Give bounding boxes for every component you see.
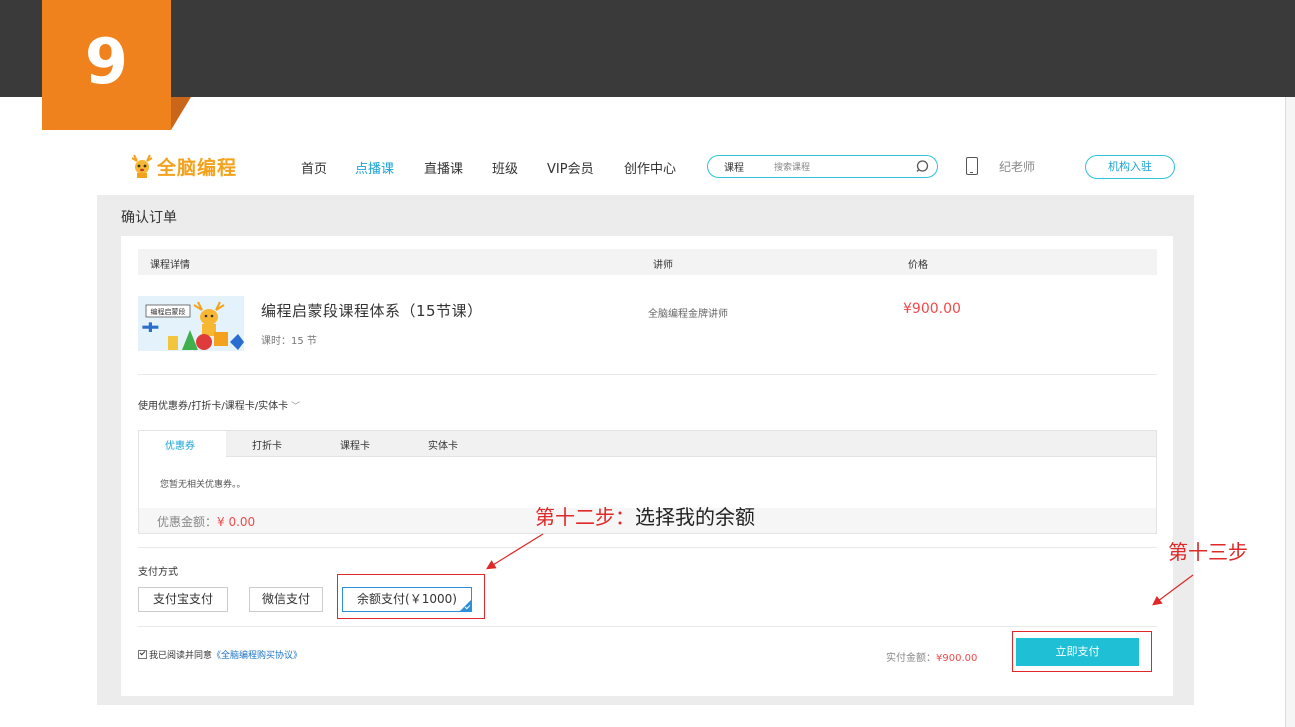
step-12-prefix: 第十二步： (535, 505, 635, 529)
total-amount: 实付金额：¥900.00 (886, 649, 977, 664)
search-icon[interactable] (916, 160, 929, 173)
site-logo[interactable]: 全脑编程 (128, 150, 237, 182)
chevron-down-icon: ﹀ (291, 402, 301, 412)
balance-highlight-box (337, 574, 485, 619)
tab-discount-card[interactable]: 打折卡 (252, 437, 282, 452)
total-value: ¥900.00 (936, 653, 978, 664)
course-price: ¥900.00 (903, 301, 961, 317)
step-12-action: 选择我的余额 (635, 505, 755, 529)
course-thumbnail[interactable]: 编程启蒙段 (138, 296, 244, 351)
course-teacher: 全脑编程金牌讲师 (648, 309, 728, 320)
step-12-annotation: 第十二步：选择我的余额 (535, 501, 755, 530)
divider (138, 547, 1157, 548)
mobile-phone-icon[interactable] (966, 157, 978, 175)
step-13-annotation: 第十三步 (1168, 540, 1248, 564)
search-input[interactable]: 搜索课程 (774, 160, 810, 173)
table-header (138, 249, 1157, 275)
course-name[interactable]: 编程启蒙段课程体系（15节课） (261, 300, 483, 321)
agreement-link[interactable]: 《全脑编程购买协议》 (212, 648, 302, 661)
search-box[interactable]: 课程 搜索课程 (707, 155, 938, 178)
nav-on-demand[interactable]: 点播课 (355, 158, 394, 177)
logo-text: 全脑编程 (157, 156, 238, 179)
agreement-checkbox[interactable] (138, 650, 147, 659)
thumbnail-caption: 编程启蒙段 (151, 307, 186, 316)
search-category-select[interactable]: 课程 (724, 159, 744, 174)
agreement: 我已阅读并同意 《全脑编程购买协议》 (138, 648, 302, 661)
discount-label: 优惠金额： (157, 515, 218, 529)
page-title: 确认订单 (121, 210, 177, 226)
screenshot-stage: 9 全脑编程 首页 点播课 直播课 班级 VIP会员 创作中心 课程 搜索课程 … (0, 0, 1295, 727)
header-price: 价格 (908, 260, 928, 271)
step-number-badge: 9 (42, 0, 171, 130)
coupon-tab-bar (138, 430, 1157, 457)
top-banner (0, 0, 1295, 97)
nav-live[interactable]: 直播课 (424, 158, 463, 177)
course-thumbnail-art: 编程启蒙段 (138, 296, 244, 351)
pay-now-highlight-box (1012, 631, 1152, 672)
tab-course-card[interactable]: 课程卡 (340, 437, 370, 452)
alipay-button[interactable]: 支付宝支付 (138, 587, 228, 612)
nav-vip[interactable]: VIP会员 (547, 158, 594, 177)
badge-fold-decoration (171, 97, 191, 130)
user-name[interactable]: 纪老师 (999, 158, 1035, 175)
payment-method-title: 支付方式 (138, 567, 178, 578)
nav-creation-center[interactable]: 创作中心 (624, 158, 676, 177)
institution-join-button[interactable]: 机构入驻 (1085, 155, 1175, 179)
scrollbar-track[interactable] (1285, 97, 1295, 727)
total-label: 实付金额： (886, 653, 936, 664)
course-hours: 课时：15 节 (261, 336, 317, 347)
discount-amount: 优惠金额：¥ 0.00 (157, 513, 255, 530)
nav-home[interactable]: 首页 (301, 158, 327, 177)
nav-class[interactable]: 班级 (492, 158, 518, 177)
header-course-detail: 课程详情 (150, 260, 190, 271)
divider (138, 374, 1157, 375)
agreement-text: 我已阅读并同意 (149, 651, 213, 661)
no-coupon-message: 您暂无相关优惠券。。 (160, 480, 246, 490)
coupon-toggle[interactable]: 使用优惠券/打折卡/课程卡/实体卡 ﹀ (138, 397, 300, 412)
tab-coupon[interactable]: 优惠券 (165, 437, 195, 452)
divider (138, 626, 1157, 627)
deer-mascot-icon (131, 154, 153, 178)
tab-physical-card[interactable]: 实体卡 (428, 437, 458, 452)
coupon-toggle-label: 使用优惠券/打折卡/课程卡/实体卡 (138, 401, 289, 412)
wechat-pay-button[interactable]: 微信支付 (249, 587, 323, 612)
header-teacher: 讲师 (653, 260, 673, 271)
discount-value: ¥ 0.00 (217, 515, 256, 529)
